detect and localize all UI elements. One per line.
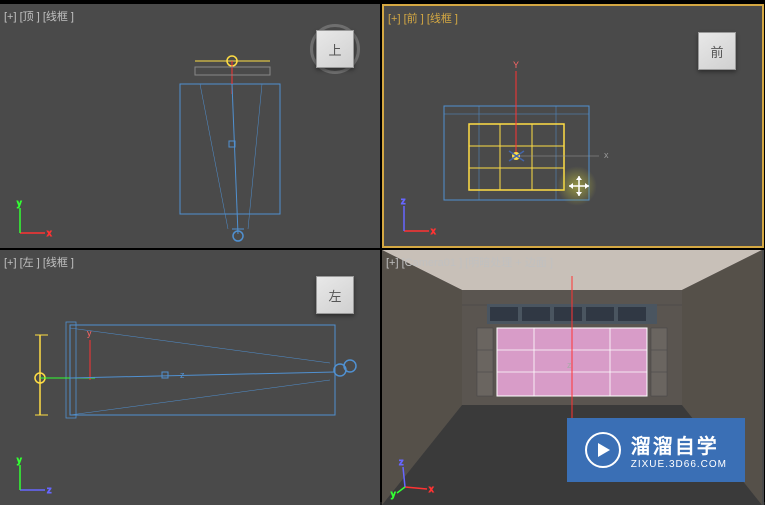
viewport-front-label[interactable]: [+] [前 ] [线框 ] — [388, 10, 458, 26]
viewcube-front-face[interactable]: 前 — [698, 32, 736, 70]
viewcube-top-face[interactable]: 上 — [316, 30, 354, 68]
viewcube-left-face[interactable]: 左 — [316, 276, 354, 314]
svg-text:z: z — [401, 196, 406, 206]
y-axis-label: Y — [513, 60, 519, 70]
viewport-left[interactable]: [+] [左 ] [线框 ] 左 y z — [0, 250, 380, 505]
viewport-top-label[interactable]: [+] [顶 ] [线框 ] — [4, 8, 74, 24]
x-axis-label: x — [604, 150, 609, 160]
viewport-front[interactable]: [+] [前 ] [线框 ] 前 Y x — [382, 4, 764, 248]
viewport-top[interactable]: [+] [顶 ] [线框 ] 上 x — [0, 4, 380, 248]
svg-text:z: z — [399, 457, 404, 467]
svg-text:y: y — [87, 328, 92, 338]
play-icon — [585, 432, 621, 468]
axis-gizmo-camera[interactable]: x z y — [397, 455, 437, 495]
axis-gizmo-front[interactable]: x z — [399, 196, 439, 236]
svg-text:z: z — [47, 485, 52, 495]
axis-gizmo-top[interactable]: x y — [15, 198, 55, 238]
svg-text:z: z — [567, 360, 572, 370]
viewcube-top[interactable]: 上 — [310, 24, 360, 74]
svg-text:x: x — [429, 484, 434, 494]
watermark-url: ZIXUE.3D66.COM — [631, 459, 727, 470]
viewport-camera-label[interactable]: [+] [Camera01 ] [明暗处理 + 边面 ] — [386, 254, 553, 270]
watermark-badge: 溜溜自学 ZIXUE.3D66.COM — [567, 418, 745, 482]
svg-text:y: y — [391, 489, 396, 499]
viewcube-left[interactable]: 左 — [310, 270, 360, 320]
axis-gizmo-left[interactable]: z y — [15, 455, 55, 495]
watermark-title: 溜溜自学 — [631, 430, 727, 459]
svg-text:x: x — [47, 228, 52, 238]
svg-text:x: x — [431, 226, 436, 236]
viewcube-front[interactable]: 前 — [692, 26, 742, 76]
viewport-left-label[interactable]: [+] [左 ] [线框 ] — [4, 254, 74, 270]
svg-text:y: y — [17, 455, 22, 465]
svg-text:y: y — [17, 198, 22, 208]
